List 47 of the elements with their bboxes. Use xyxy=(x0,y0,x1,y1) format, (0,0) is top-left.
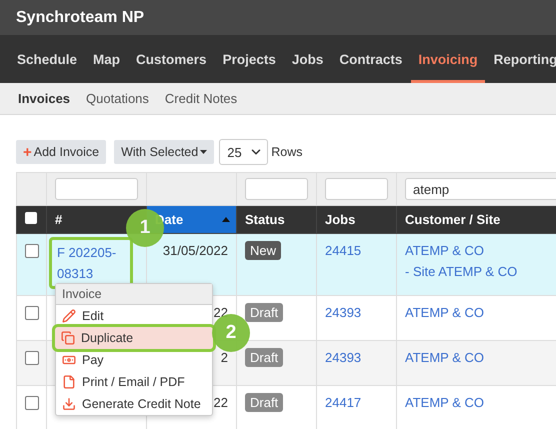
nav-tab[interactable]: Projects xyxy=(216,35,283,83)
menu-item[interactable]: Pay xyxy=(56,349,212,371)
menu-item[interactable]: Generate Credit Note xyxy=(56,393,212,415)
with-selected-button[interactable]: With Selected xyxy=(114,140,214,164)
nav-tab[interactable]: Map xyxy=(86,35,128,83)
add-invoice-button[interactable]: +Add Invoice xyxy=(16,140,106,164)
select-all-checkbox[interactable] xyxy=(25,212,37,224)
date-cell: 2 xyxy=(220,350,228,365)
menu-title: Invoice xyxy=(56,284,212,305)
row-checkbox[interactable] xyxy=(25,351,39,365)
subnav-tab[interactable]: Credit Notes xyxy=(164,91,238,106)
row-checkbox[interactable] xyxy=(25,244,39,258)
rows-select[interactable]: 25 xyxy=(219,139,268,165)
status-badge: Draft xyxy=(245,303,284,322)
menu-item[interactable]: Edit xyxy=(56,305,212,327)
nav-tab[interactable]: Contracts xyxy=(332,35,410,83)
nav-tab[interactable]: Jobs xyxy=(284,35,330,83)
nav-tab[interactable]: Schedule xyxy=(10,35,84,83)
download-icon xyxy=(62,397,76,411)
date-cell: 31/05/2022 xyxy=(162,243,228,258)
column-header[interactable]: Status xyxy=(236,206,316,234)
customer-link[interactable]: ATEMP & CO xyxy=(405,240,556,261)
banknote-icon xyxy=(62,353,76,367)
row-checkbox[interactable] xyxy=(25,306,39,320)
menu-item[interactable]: Duplicate xyxy=(55,327,213,349)
filter-field[interactable]: atemp xyxy=(405,178,556,200)
filter-field[interactable] xyxy=(325,178,388,200)
pencil-icon xyxy=(62,309,76,323)
customer-link[interactable]: - Site ATEMP & CO xyxy=(405,261,556,282)
filter-field[interactable] xyxy=(245,178,308,200)
column-header[interactable]: Customer / Site xyxy=(396,206,556,234)
file-icon xyxy=(62,375,76,389)
status-badge: Draft xyxy=(245,393,284,412)
caret-icon xyxy=(200,150,208,154)
nav-tab[interactable]: Customers xyxy=(129,35,214,83)
subnav-tab[interactable]: Invoices xyxy=(18,91,70,106)
copy-icon xyxy=(61,331,75,345)
row-checkbox[interactable] xyxy=(25,396,39,410)
status-badge: Draft xyxy=(245,348,284,367)
app-title: Synchroteam NP xyxy=(16,8,144,26)
column-header[interactable]: Jobs xyxy=(316,206,396,234)
date-cell: 22 xyxy=(214,395,228,410)
rows-label: Rows xyxy=(271,145,302,159)
subnav-tab[interactable]: Quotations xyxy=(86,91,149,106)
sort-icon xyxy=(222,217,230,222)
filter-field[interactable] xyxy=(55,178,138,200)
status-badge: New xyxy=(245,241,282,260)
